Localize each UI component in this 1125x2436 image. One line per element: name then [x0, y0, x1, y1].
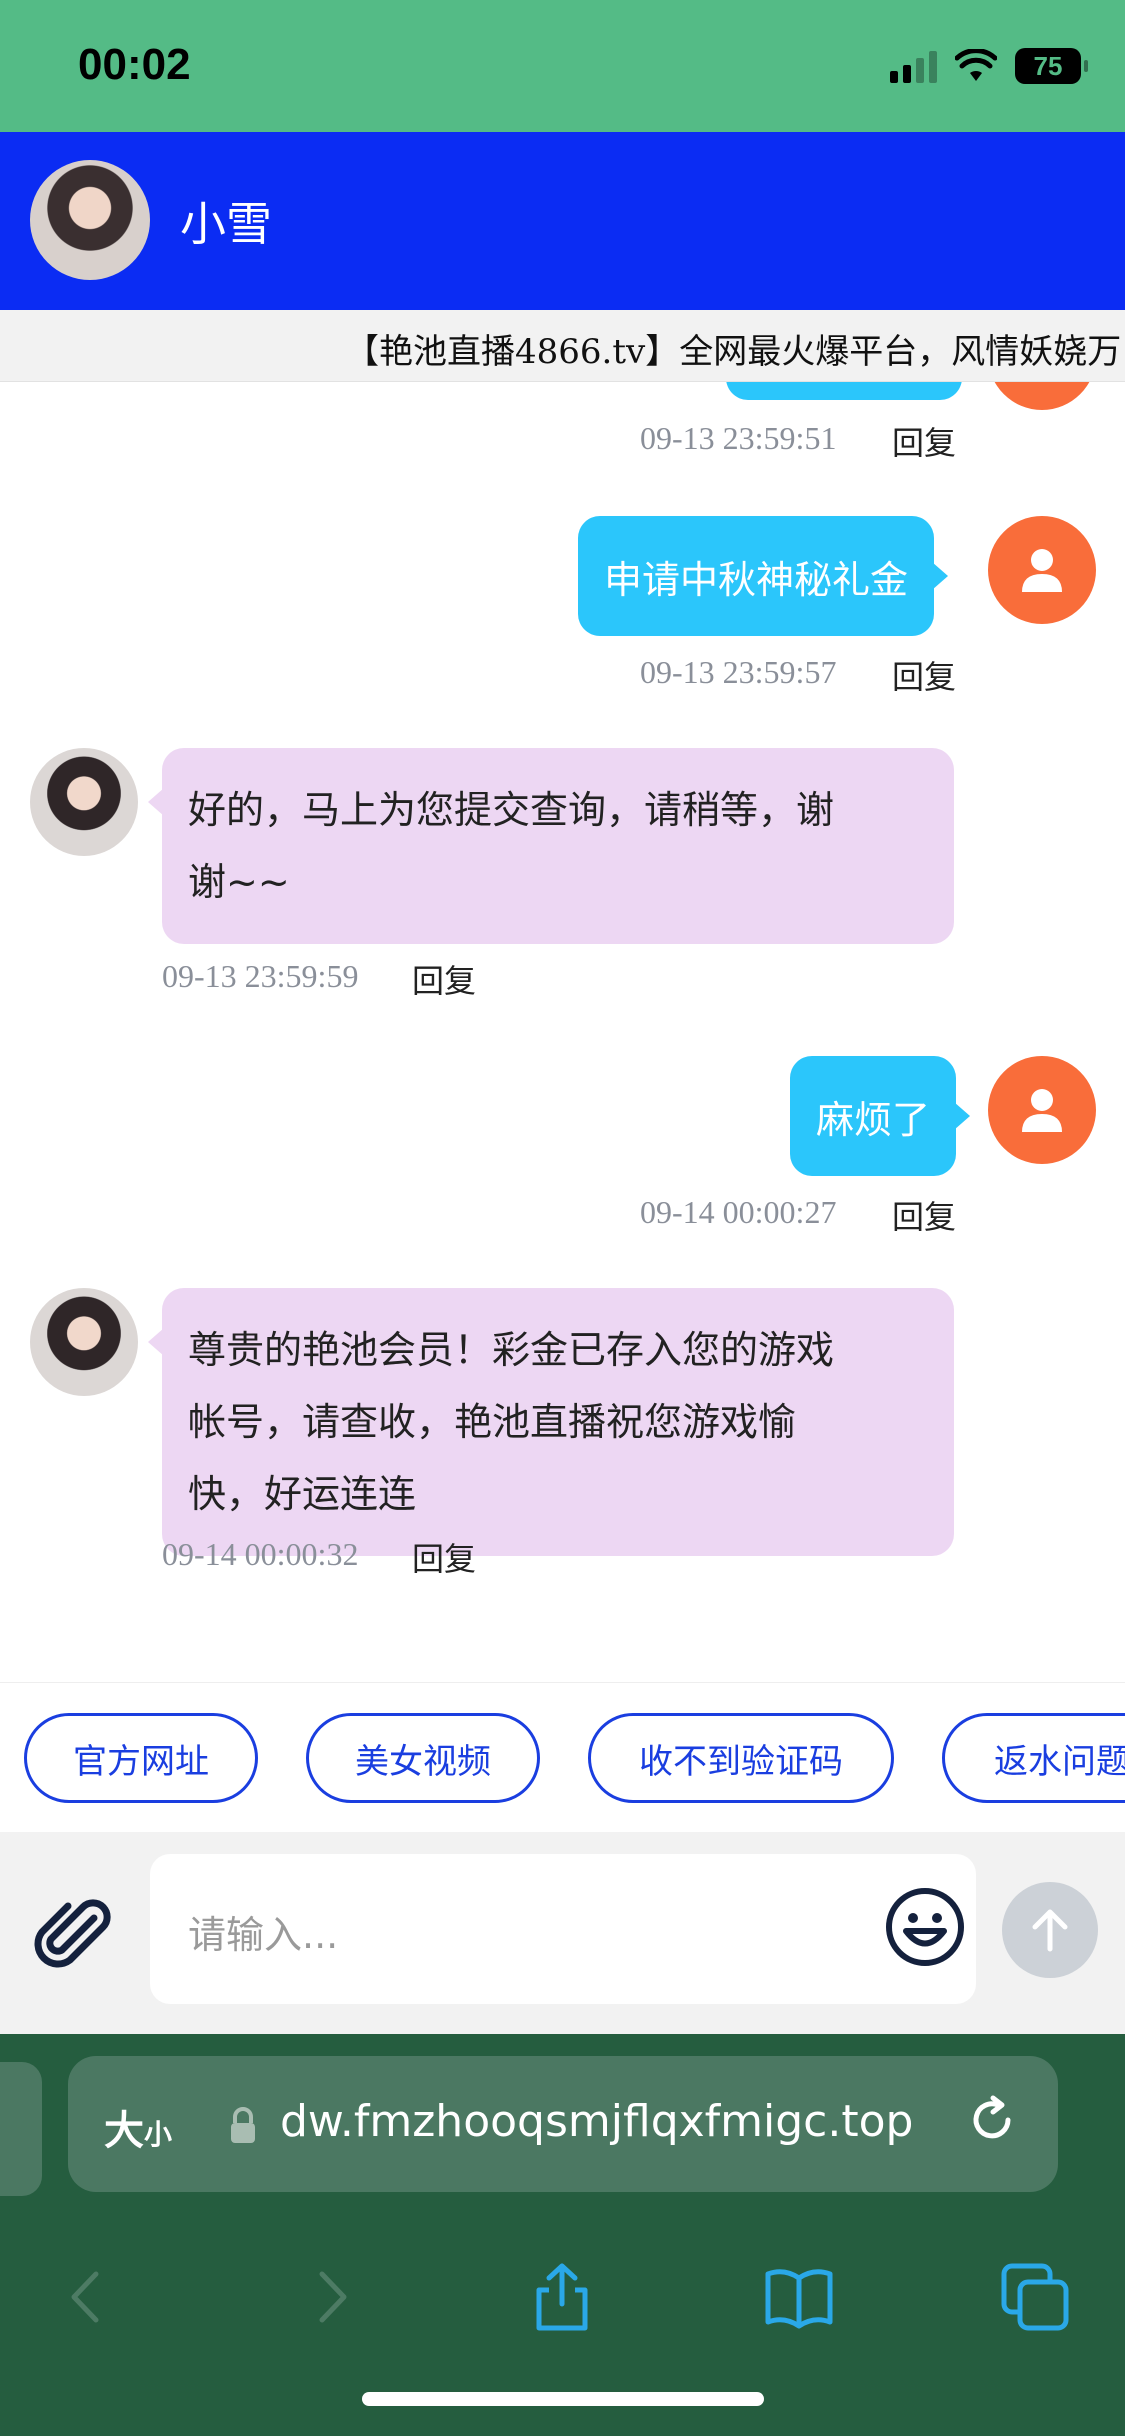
person-icon	[1022, 1089, 1062, 1132]
message-time: 09-14 00:00:27	[640, 1194, 837, 1230]
quick-reply-chip[interactable]: 美女视频	[306, 1713, 540, 1803]
chat-header: 小雪	[0, 132, 1125, 310]
message-line: 快，好运连连	[188, 1472, 417, 1516]
user-avatar	[988, 1056, 1096, 1164]
reply-link[interactable]: 回复	[412, 956, 476, 1002]
outgoing-bubble: 麻烦了	[790, 1056, 971, 1176]
wifi-icon	[955, 49, 997, 81]
cellular-signal-icon	[890, 49, 937, 83]
message-input[interactable]: 请输入...	[150, 1854, 976, 2004]
browser-toolbar: 大小 dw.fmzhooqsmjflqxfmigc.top	[0, 2034, 1125, 2436]
smiley-icon[interactable]	[884, 1886, 966, 1968]
message-text: 麻烦了	[816, 1097, 931, 1142]
chevron-left-icon[interactable]	[52, 2262, 122, 2332]
message-time: 09-13 23:59:57	[640, 654, 837, 690]
reply-link[interactable]: 回复	[412, 1534, 476, 1580]
address-bar[interactable]: 大小 dw.fmzhooqsmjflqxfmigc.top	[68, 2056, 1058, 2192]
browser-nav-row	[0, 2234, 1125, 2354]
battery-icon: 75	[1015, 48, 1088, 84]
message-time: 09-14 00:00:32	[162, 1536, 359, 1572]
text-size-big: 大	[104, 2108, 144, 2154]
tabs-icon[interactable]	[1000, 2262, 1070, 2332]
announcement-text: 【艳池直播4866.tv】全网最火爆平台，风情妖娆万	[345, 332, 1122, 372]
message-line: 谢~~	[188, 860, 290, 904]
chevron-right-icon[interactable]	[296, 2262, 366, 2332]
status-icons: 75	[890, 48, 1088, 84]
message-line: 尊贵的艳池会员！彩金已存入您的游戏	[188, 1328, 835, 1372]
person-icon	[1022, 549, 1062, 592]
agent-avatar	[30, 1288, 138, 1396]
previous-tab-preview[interactable]	[0, 2062, 42, 2196]
incoming-bubble: 尊贵的艳池会员！彩金已存入您的游戏 帐号，请查收，艳池直播祝您游戏愉 快，好运连…	[148, 1288, 954, 1556]
reload-icon[interactable]	[964, 2092, 1020, 2148]
message-time: 09-13 23:59:51	[640, 420, 837, 456]
status-time: 00:02	[78, 40, 191, 89]
contact-avatar[interactable]	[30, 160, 150, 280]
lock-icon	[231, 2107, 255, 2143]
input-placeholder: 请输入...	[188, 1913, 339, 1957]
share-icon[interactable]	[527, 2262, 597, 2332]
reply-link[interactable]: 回复	[892, 1192, 956, 1238]
user-avatar	[988, 516, 1096, 624]
book-icon[interactable]	[764, 2262, 834, 2332]
arrow-up-icon	[1032, 1909, 1068, 1952]
quick-reply-bar: 官方网址 美女视频 收不到验证码 返水问题	[0, 1682, 1125, 1832]
contact-name: 小雪	[180, 197, 272, 251]
outgoing-bubble: 申请中秋神秘礼金	[578, 516, 949, 636]
text-size-button[interactable]: 大小	[104, 2098, 172, 2156]
status-bar: 00:02 75	[0, 0, 1125, 132]
user-avatar	[988, 382, 1096, 410]
quick-reply-chip[interactable]: 返水问题	[942, 1713, 1125, 1803]
announcement-marquee: 【艳池直播4866.tv】全网最火爆平台，风情妖娆万	[0, 310, 1125, 382]
url-text: dw.fmzhooqsmjflqxfmigc.top	[280, 2096, 914, 2147]
message-text: 申请中秋神秘礼金	[604, 557, 909, 602]
quick-reply-chip[interactable]: 收不到验证码	[588, 1713, 894, 1803]
outgoing-bubble	[726, 382, 962, 400]
quick-reply-chip[interactable]: 官方网址	[24, 1713, 258, 1803]
agent-avatar	[30, 748, 138, 856]
incoming-bubble: 好的，马上为您提交查询，请稍等，谢 谢~~	[148, 748, 954, 944]
reply-link[interactable]: 回复	[892, 418, 956, 464]
message-line: 帐号，请查收，艳池直播祝您游戏愉	[188, 1400, 797, 1444]
message-line: 好的，马上为您提交查询，请稍等，谢	[188, 788, 835, 832]
text-size-small: 小	[144, 2118, 173, 2151]
send-button[interactable]	[1002, 1882, 1098, 1978]
message-list[interactable]: 09-13 23:59:51 回复 申请中秋神秘礼金 09-13 23:59:5…	[0, 382, 1125, 1682]
home-indicator[interactable]	[362, 2392, 764, 2406]
composer-bar: 请输入...	[0, 1832, 1125, 2034]
message-time: 09-13 23:59:59	[162, 958, 359, 994]
paperclip-icon[interactable]	[32, 1894, 118, 1980]
reply-link[interactable]: 回复	[892, 652, 956, 698]
